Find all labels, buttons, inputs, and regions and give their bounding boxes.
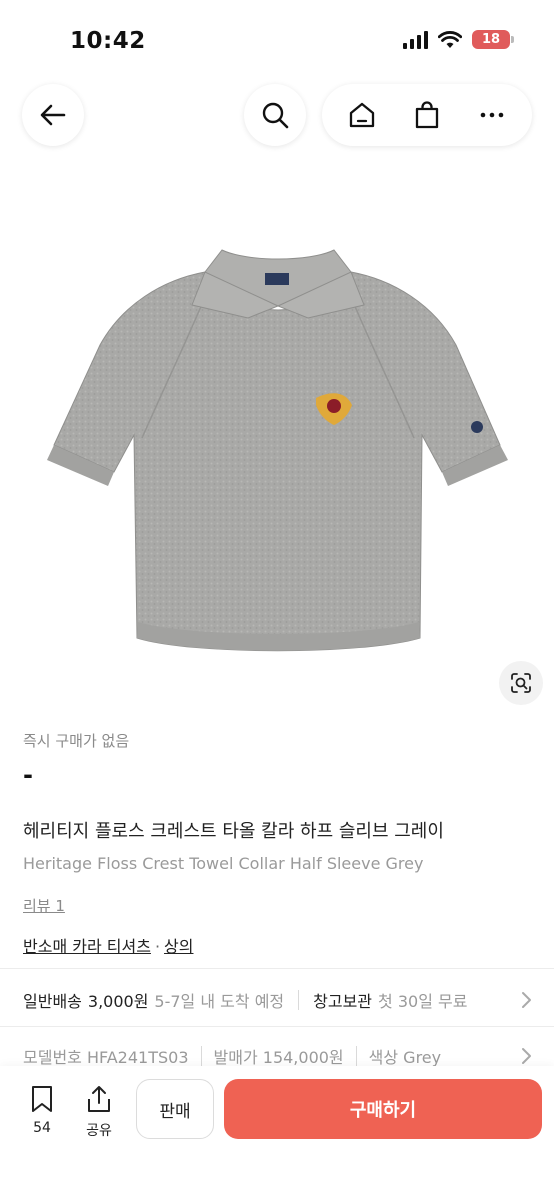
release-price: 발매가 154,000원: [213, 1048, 344, 1067]
cellular-signal-icon: [403, 30, 428, 49]
status-time: 10:42: [70, 28, 146, 54]
color-info: 색상 Grey: [368, 1048, 442, 1067]
storage-sub: 첫 30일 무료: [378, 992, 468, 1011]
search-button[interactable]: [244, 84, 306, 146]
category-breadcrumb: 반소매 카라 티셔츠 · 상의: [23, 934, 533, 960]
vertical-divider: [298, 990, 300, 1010]
vertical-divider: [355, 1046, 357, 1066]
battery-icon: 18: [472, 30, 514, 49]
top-navigation: [0, 84, 554, 146]
arrow-left-icon: [40, 104, 66, 126]
vertical-divider: [200, 1046, 202, 1066]
shipping-price: 3,000원: [87, 992, 149, 1011]
more-horizontal-icon: [480, 112, 503, 118]
bottom-action-bar: 54 공유 판매 구매하기: [0, 1066, 554, 1200]
product-title-english: Heritage Floss Crest Towel Collar Half S…: [23, 854, 424, 873]
instant-purchase-label: 즉시 구매가 없음: [23, 732, 130, 750]
chevron-right-icon: [519, 990, 533, 1010]
price: -: [23, 761, 33, 789]
section-divider: [0, 1026, 554, 1027]
status-icons: 18: [403, 30, 514, 49]
sell-button[interactable]: 판매: [136, 1079, 214, 1139]
shop-button[interactable]: [405, 93, 449, 137]
search-icon: [262, 102, 289, 129]
home-icon: [350, 102, 375, 128]
back-button[interactable]: [22, 84, 84, 146]
category-separator: ·: [154, 937, 161, 956]
share-label: 공유: [86, 1123, 112, 1139]
shopping-bag-icon: [415, 101, 439, 129]
share-button[interactable]: 공유: [74, 1084, 124, 1140]
bookmark-icon: [32, 1086, 52, 1112]
category-link-primary[interactable]: 반소매 카라 티셔츠: [23, 937, 151, 956]
image-search-icon: [511, 673, 531, 693]
bookmark-count: 54: [33, 1120, 51, 1136]
home-button[interactable]: [340, 93, 384, 137]
product-info: 즉시 구매가 없음 - 헤리티지 플로스 크레스트 타올 칼라 하프 슬리브 그…: [23, 728, 533, 960]
shipping-row[interactable]: 일반배송 3,000원 5-7일 내 도착 예정 창고보관 첫 30일 무료: [23, 980, 533, 1020]
shipping-label: 일반배송: [23, 992, 82, 1011]
product-image[interactable]: [0, 180, 554, 710]
image-search-button[interactable]: [499, 661, 543, 705]
share-icon: [88, 1086, 110, 1112]
review-link[interactable]: 리뷰 1: [23, 894, 65, 918]
storage-label: 창고보관: [313, 992, 373, 1011]
battery-level: 18: [481, 32, 501, 47]
category-link-secondary[interactable]: 상의: [164, 937, 193, 956]
shipping-days: 5-7일 내 도착 예정: [154, 992, 285, 1011]
status-bar: 10:42 18: [0, 0, 554, 80]
nav-action-group: [322, 84, 532, 146]
bookmark-button[interactable]: 54: [17, 1084, 67, 1136]
buy-button[interactable]: 구매하기: [224, 1079, 542, 1139]
section-divider: [0, 968, 554, 969]
more-button[interactable]: [470, 93, 514, 137]
model-number: 모델번호 HFA241TS03: [23, 1048, 189, 1067]
polo-shirt-image: [47, 249, 508, 652]
chevron-right-icon: [519, 1046, 533, 1066]
wifi-icon: [438, 30, 462, 49]
product-title-korean: 헤리티지 플로스 크레스트 타올 칼라 하프 슬리브 그레이: [23, 821, 444, 842]
